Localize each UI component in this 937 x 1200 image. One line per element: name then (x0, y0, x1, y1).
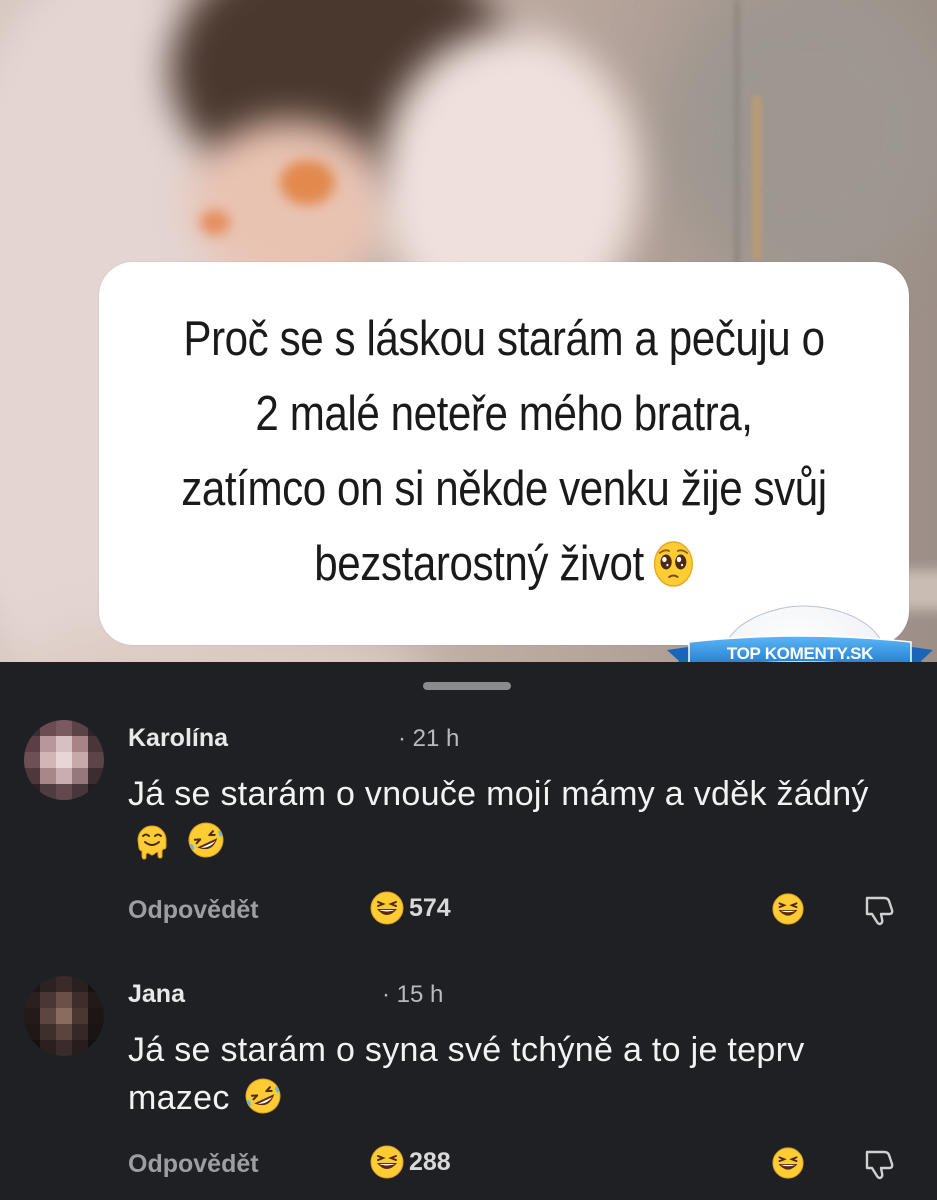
background-blur (660, 0, 937, 280)
avatar-pixel (88, 752, 104, 768)
comment-text: Já se starám o vnouče mojí mámy a vděk ž… (128, 770, 908, 866)
avatar-pixel (56, 720, 72, 736)
grinning-reaction-icon[interactable] (771, 892, 805, 926)
avatar-pixel (40, 736, 56, 752)
comment-text-content: Já se starám o syna své tchýně a to je t… (128, 1031, 805, 1117)
avatar-pixel (56, 1008, 72, 1024)
comment-author[interactable]: Karolína (128, 724, 228, 753)
avatar-pixel (72, 1008, 88, 1024)
grinning-squinting-face-icon (370, 891, 404, 925)
caption-line-last: bezstarostný život (156, 527, 853, 602)
sheet-drag-handle[interactable] (423, 682, 511, 690)
avatar-pixel (40, 1024, 56, 1040)
rolling-laughing-face-icon (188, 822, 224, 858)
avatar-pixel (56, 1040, 72, 1056)
melting-face-icon (137, 825, 167, 860)
avatar-pixel (40, 992, 56, 1008)
comment-text-content: Já se starám o vnouče mojí mámy a vděk ž… (128, 775, 869, 813)
avatar-pixel (72, 752, 88, 768)
caption-line: 2 malé neteře mého bratra, (255, 387, 753, 441)
comment-author[interactable]: Jana (128, 980, 185, 1009)
grinning-reaction-icon[interactable] (771, 1146, 805, 1180)
avatar-pixel (56, 784, 72, 800)
pleading-face-icon (653, 541, 693, 587)
avatar[interactable] (24, 976, 104, 1056)
avatar-pixel (56, 736, 72, 752)
avatar-pixel (72, 992, 88, 1008)
video-caption-box: Proč se s láskou starám a pečuju o 2 mal… (99, 262, 909, 645)
avatar-pixel (24, 752, 40, 768)
thumbs-down-icon[interactable] (862, 890, 898, 926)
grinning-squinting-face-icon (370, 1145, 404, 1179)
comment-text: Já se starám o syna své tchýně a to je t… (128, 1026, 908, 1122)
avatar-pixel (56, 1024, 72, 1040)
caption-line: zatímco on si někde venku žije svůj (181, 462, 827, 516)
avatar-pixel (40, 768, 56, 784)
avatar-pixel (56, 768, 72, 784)
avatar-pixel (56, 752, 72, 768)
comment-timestamp: · 21 h (398, 725, 460, 752)
caption-line: bezstarostný život (314, 537, 644, 591)
background-pattern-dot (200, 210, 230, 235)
watermark-text: TOP KOMENTY.SK (727, 644, 874, 663)
avatar[interactable] (24, 720, 104, 800)
like-count: 288 (409, 1147, 451, 1176)
avatar-pixel (40, 1008, 56, 1024)
thumbs-down-icon[interactable] (862, 1144, 898, 1180)
reply-button[interactable]: Odpovědět (128, 1150, 259, 1179)
avatar-pixel (56, 976, 72, 992)
like-count: 574 (409, 893, 451, 922)
reply-button[interactable]: Odpovědět (128, 896, 259, 925)
background-pattern-dot (280, 160, 335, 205)
avatar-pixel (24, 1008, 40, 1024)
avatar-pixel (40, 752, 56, 768)
avatar-pixel (72, 736, 88, 752)
caption-line: Proč se s láskou starám a pečuju o (183, 312, 825, 366)
like-reaction-button[interactable]: 288 (369, 1144, 451, 1180)
avatar-pixel (88, 1008, 104, 1024)
avatar-pixel (72, 1024, 88, 1040)
like-reaction-button[interactable]: 574 (369, 890, 451, 926)
rolling-laughing-face-icon (245, 1078, 281, 1114)
background-door-handle (752, 95, 762, 260)
avatar-pixel (56, 992, 72, 1008)
comment-timestamp: · 15 h (382, 981, 444, 1008)
video-caption-text: Proč se s láskou starám a pečuju o 2 mal… (156, 302, 853, 602)
video-frame[interactable]: Proč se s láskou starám a pečuju o 2 mal… (0, 0, 937, 662)
avatar-pixel (72, 768, 88, 784)
